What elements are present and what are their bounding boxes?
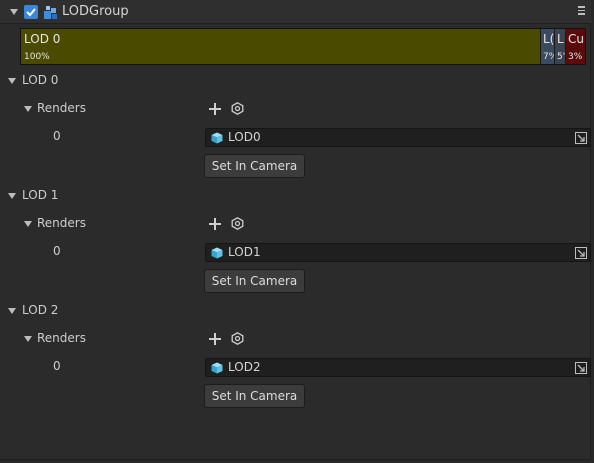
lod-0-title[interactable]: LOD 0 — [22, 73, 58, 87]
lod-segment-label: L — [557, 32, 564, 46]
renders-collapse-arrow-icon[interactable] — [24, 106, 32, 112]
render-index: 0 — [53, 244, 61, 258]
render-index: 0 — [53, 129, 61, 143]
lod-2-title[interactable]: LOD 2 — [22, 303, 58, 317]
component-title: LODGroup — [62, 4, 129, 19]
lod-distribution-bar[interactable]: LOD 0 100% L( 7% L 5' Culle 3% — [20, 28, 586, 65]
renders-collapse-arrow-icon[interactable] — [24, 221, 32, 227]
render-object-field[interactable]: LOD2 — [205, 358, 591, 377]
hamburger-menu-icon[interactable] — [578, 6, 586, 16]
set-in-camera-button[interactable]: Set In Camera — [204, 154, 305, 178]
render-object-field[interactable]: LOD0 — [205, 128, 591, 147]
lodgroup-inspector-panel: LODGroup LOD 0 100% L( 7% L 5' Culle 3% … — [0, 0, 591, 460]
render-index: 0 — [53, 359, 61, 373]
add-render-icon[interactable] — [209, 103, 221, 115]
lod-segment-2[interactable]: L 5' — [555, 29, 565, 64]
render-object-value: LOD1 — [228, 245, 261, 259]
lod-segment-percent: 3% — [568, 52, 583, 62]
add-render-icon[interactable] — [209, 218, 221, 230]
lod-segment-percent: 100% — [24, 52, 50, 62]
lod-segment-0[interactable]: LOD 0 100% — [21, 29, 540, 64]
mesh-cube-icon — [211, 362, 223, 374]
set-in-camera-button[interactable]: Set In Camera — [204, 269, 305, 293]
renders-label[interactable]: Renders — [37, 101, 86, 115]
lod-0-collapse-arrow-icon[interactable] — [8, 78, 16, 84]
render-object-field[interactable]: LOD1 — [205, 243, 591, 262]
lod-1-collapse-arrow-icon[interactable] — [8, 193, 16, 199]
renders-collapse-arrow-icon[interactable] — [24, 336, 32, 342]
mesh-cube-icon — [211, 247, 223, 259]
lod-segment-label: LOD 0 — [24, 32, 61, 46]
render-object-value: LOD2 — [228, 360, 261, 374]
lod-segment-label: Culle — [568, 32, 585, 46]
lod-segment-label: L( — [543, 32, 554, 46]
collapse-arrow-icon[interactable] — [10, 9, 18, 15]
lod-segment-culled[interactable]: Culle 3% — [566, 29, 585, 64]
checkmark-icon — [26, 8, 36, 17]
mesh-cube-icon — [211, 132, 223, 144]
object-picker-icon[interactable] — [575, 132, 587, 144]
add-render-icon[interactable] — [209, 333, 221, 345]
set-in-camera-button[interactable]: Set In Camera — [204, 384, 305, 408]
renders-label[interactable]: Renders — [37, 331, 86, 345]
lod-segment-percent: 5' — [557, 52, 565, 62]
renders-label[interactable]: Renders — [37, 216, 86, 230]
lodgroup-icon — [44, 6, 57, 19]
enabled-checkbox[interactable] — [24, 5, 38, 19]
component-header[interactable]: LODGroup — [0, 0, 591, 24]
render-object-value: LOD0 — [228, 130, 261, 144]
object-picker-icon[interactable] — [575, 362, 587, 374]
settings-hex-icon[interactable] — [231, 332, 244, 345]
lod-1-title[interactable]: LOD 1 — [22, 188, 58, 202]
lod-2-collapse-arrow-icon[interactable] — [8, 308, 16, 314]
settings-hex-icon[interactable] — [231, 102, 244, 115]
lod-segment-1[interactable]: L( 7% — [541, 29, 554, 64]
object-picker-icon[interactable] — [575, 247, 587, 259]
settings-hex-icon[interactable] — [231, 217, 244, 230]
lod-segment-percent: 7% — [543, 52, 554, 62]
